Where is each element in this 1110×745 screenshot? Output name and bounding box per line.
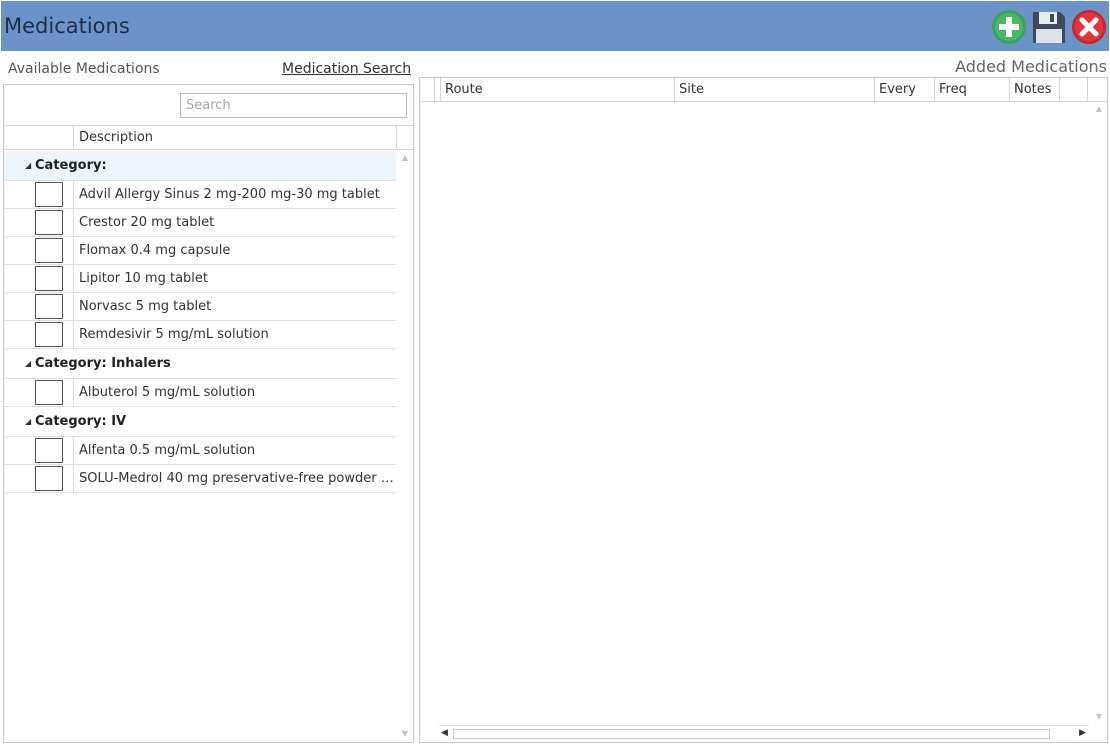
medication-row[interactable]: Crestor 20 mg tablet bbox=[4, 209, 396, 237]
collapse-caret-icon[interactable]: ◢ bbox=[25, 417, 31, 426]
scroll-down-icon[interactable]: ▼ bbox=[401, 730, 409, 738]
select-checkbox[interactable] bbox=[35, 182, 63, 207]
scroll-up-icon[interactable]: ▲ bbox=[401, 154, 409, 162]
collapse-caret-icon[interactable]: ◢ bbox=[25, 359, 31, 368]
notes-column-header[interactable]: Notes bbox=[1009, 78, 1059, 101]
scroll-left-icon[interactable]: ◀ bbox=[441, 728, 448, 738]
right-horizontal-scrollbar[interactable]: ◀ ▶ bbox=[438, 725, 1089, 741]
left-vertical-scrollbar[interactable]: ▲ ▼ bbox=[397, 151, 413, 742]
medication-row[interactable]: Lipitor 10 mg tablet bbox=[4, 265, 396, 293]
close-button[interactable] bbox=[1071, 9, 1107, 45]
added-medications-label: Added Medications bbox=[955, 57, 1107, 76]
medication-description: Norvasc 5 mg tablet bbox=[79, 299, 212, 314]
site-column-header[interactable]: Site bbox=[674, 78, 874, 101]
description-column-header[interactable]: Description bbox=[79, 130, 153, 145]
route-header-label: Route bbox=[445, 82, 483, 97]
freq-header-label: Freq bbox=[939, 82, 967, 97]
medication-search-link[interactable]: Medication Search bbox=[282, 61, 411, 77]
medication-description: Advil Allergy Sinus 2 mg-200 mg-30 mg ta… bbox=[79, 187, 380, 202]
category-group-row[interactable]: ◢ Category: bbox=[4, 151, 396, 181]
horizontal-scroll-thumb[interactable] bbox=[453, 729, 1050, 739]
category-label: Category: bbox=[35, 158, 107, 173]
plus-circle-icon bbox=[992, 10, 1026, 44]
right-vertical-scrollbar[interactable]: ▲ ▼ bbox=[1091, 102, 1107, 724]
select-checkbox[interactable] bbox=[35, 438, 63, 463]
freq-column-header[interactable]: Freq bbox=[934, 78, 1009, 101]
select-cell bbox=[4, 437, 74, 464]
floppy-disk-icon bbox=[1033, 12, 1065, 43]
scroll-right-icon[interactable]: ▶ bbox=[1079, 728, 1086, 738]
select-checkbox[interactable] bbox=[35, 380, 63, 405]
window-title: Medications bbox=[4, 14, 130, 38]
select-cell bbox=[4, 237, 74, 264]
medication-list: ◢ Category: Advil Allergy Sinus 2 mg-200 m… bbox=[4, 151, 396, 742]
select-cell bbox=[4, 465, 74, 492]
medication-row[interactable]: Albuterol 5 mg/mL solution bbox=[4, 379, 396, 407]
category-label: Category: Inhalers bbox=[35, 356, 171, 371]
select-checkbox[interactable] bbox=[35, 238, 63, 263]
title-bar: Medications bbox=[1, 1, 1109, 51]
medication-description: Remdesivir 5 mg/mL solution bbox=[79, 327, 269, 342]
site-header-label: Site bbox=[679, 82, 704, 97]
save-button[interactable] bbox=[1031, 9, 1067, 45]
select-cell bbox=[4, 321, 74, 348]
scroll-down-icon[interactable]: ▼ bbox=[1095, 713, 1103, 721]
scroll-up-icon[interactable]: ▲ bbox=[1095, 105, 1103, 113]
every-header-label: Every bbox=[879, 82, 916, 97]
medication-row[interactable]: Alfenta 0.5 mg/mL solution bbox=[4, 437, 396, 465]
header-scroll-corner bbox=[1087, 78, 1107, 101]
category-group-row[interactable]: ◢ Category: IV bbox=[4, 407, 396, 437]
medication-description: Alfenta 0.5 mg/mL solution bbox=[79, 443, 256, 458]
medication-description: Albuterol 5 mg/mL solution bbox=[79, 385, 256, 400]
select-cell bbox=[4, 379, 74, 406]
route-column-header[interactable]: Route bbox=[440, 78, 674, 101]
medication-row[interactable]: Norvasc 5 mg tablet bbox=[4, 293, 396, 321]
available-medications-panel: Description ◢ Category: Advil Allergy Sinu… bbox=[3, 84, 414, 743]
select-cell bbox=[4, 293, 74, 320]
medication-row[interactable]: Advil Allergy Sinus 2 mg-200 mg-30 mg ta… bbox=[4, 181, 396, 209]
select-checkbox[interactable] bbox=[35, 266, 63, 291]
category-label: Category: IV bbox=[35, 414, 127, 429]
category-group-row[interactable]: ◢ Category: Inhalers bbox=[4, 349, 396, 379]
medication-description: Crestor 20 mg tablet bbox=[79, 215, 215, 230]
added-medications-panel: Route Site Every Freq Notes ▲ ▼ ◀ ▶ bbox=[419, 77, 1108, 743]
collapse-caret-icon[interactable]: ◢ bbox=[25, 161, 31, 170]
medication-row[interactable]: SOLU-Medrol 40 mg preservative-free powd… bbox=[4, 465, 396, 493]
medication-description: Lipitor 10 mg tablet bbox=[79, 271, 208, 286]
add-button[interactable] bbox=[991, 9, 1027, 45]
search-input[interactable] bbox=[180, 93, 407, 118]
select-cell bbox=[4, 209, 74, 236]
medication-description: Flomax 0.4 mg capsule bbox=[79, 243, 231, 258]
select-column-header[interactable] bbox=[4, 126, 74, 149]
medication-row[interactable]: Remdesivir 5 mg/mL solution bbox=[4, 321, 396, 349]
select-cell bbox=[4, 181, 74, 208]
select-checkbox[interactable] bbox=[35, 466, 63, 491]
select-checkbox[interactable] bbox=[35, 322, 63, 347]
extra-column-header bbox=[1059, 78, 1087, 101]
notes-header-label: Notes bbox=[1014, 82, 1052, 97]
select-checkbox[interactable] bbox=[35, 294, 63, 319]
close-x-icon bbox=[1072, 10, 1106, 44]
medication-row[interactable]: Flomax 0.4 mg capsule bbox=[4, 237, 396, 265]
available-medications-label: Available Medications bbox=[8, 61, 160, 77]
added-grid-header: Route Site Every Freq Notes bbox=[420, 78, 1107, 102]
header-divider bbox=[396, 126, 397, 149]
select-checkbox[interactable] bbox=[35, 210, 63, 235]
select-cell bbox=[4, 265, 74, 292]
every-column-header[interactable]: Every bbox=[874, 78, 934, 101]
grid-header: Description bbox=[4, 125, 413, 150]
medication-description: SOLU-Medrol 40 mg preservative-free powd… bbox=[79, 471, 395, 486]
